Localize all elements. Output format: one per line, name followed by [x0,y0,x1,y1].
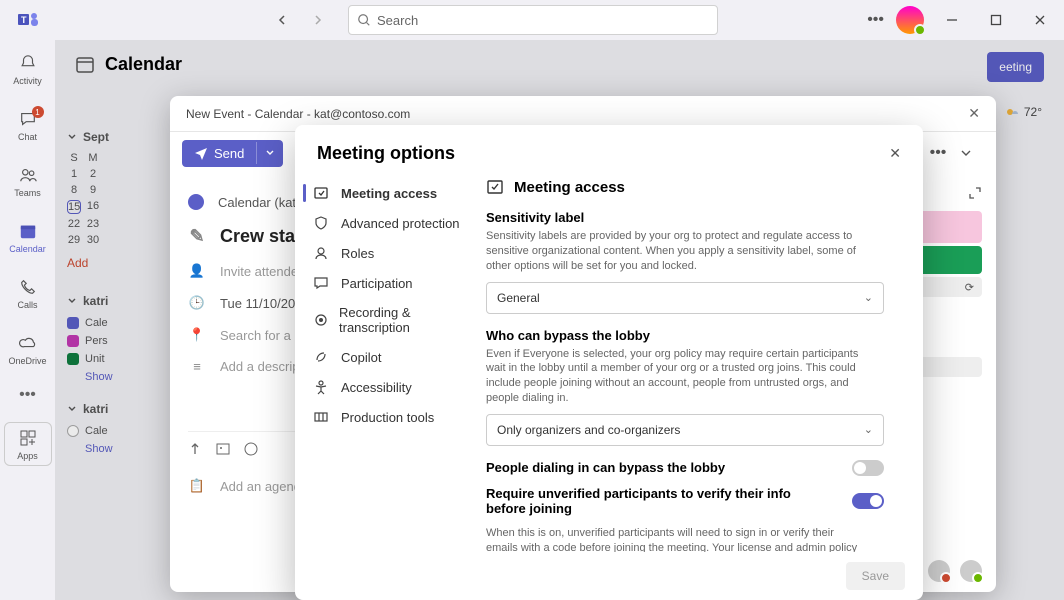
profile-avatar[interactable] [896,6,924,34]
nav-production[interactable]: Production tools [303,402,472,432]
calendar-icon [17,220,39,242]
app-rail: Activity 1 Chat Teams Calendar Calls One… [0,40,55,600]
nav-roles[interactable]: Roles [303,238,472,268]
verify-field-label: Require unverified participants to verif… [486,486,806,516]
chevron-down-icon: ⌄ [864,423,873,436]
send-chevron[interactable] [256,142,283,164]
access-icon [486,178,504,196]
panel-close-button[interactable]: ✕ [968,105,980,122]
chevron-down-icon: ⌄ [864,291,873,304]
bell-icon [17,52,39,74]
minimize-button[interactable] [936,6,968,34]
attach-button[interactable] [188,442,202,456]
bypass-dropdown[interactable]: Only organizers and co-organizers ⌄ [486,414,884,446]
rail-calendar[interactable]: Calendar [4,216,52,258]
description-input[interactable]: Add a descript [220,359,303,374]
rail-chat[interactable]: 1 Chat [4,104,52,146]
record-icon [313,312,329,328]
chat-badge: 1 [32,106,44,118]
attendees-input[interactable]: Invite attendee [220,264,305,279]
main-area: Calendar eeting 72° Sept SM 12 89 1516 2… [55,40,1064,600]
sensitivity-dropdown[interactable]: General ⌄ [486,282,884,314]
access-icon [313,185,331,201]
send-icon [194,146,208,160]
copilot-icon [313,349,331,365]
nav-advanced-protection[interactable]: Advanced protection [303,208,472,238]
shield-icon [313,215,331,231]
nav-accessibility[interactable]: Accessibility [303,372,472,402]
sensitivity-desc: Sensitivity labels are provided by your … [486,229,866,274]
agenda-icon: 📋 [188,478,206,494]
teams-logo: T [16,8,40,32]
maximize-button[interactable] [980,6,1012,34]
send-button[interactable]: Send [182,140,283,167]
expand-button[interactable] [968,186,982,200]
rail-activity[interactable]: Activity [4,48,52,90]
modal-content: Meeting access Sensitivity label Sensiti… [480,170,923,552]
svg-text:T: T [21,15,27,25]
search-input[interactable]: Search [348,5,718,35]
sensitivity-field-label: Sensitivity label [486,210,897,225]
cloud-icon [17,332,39,354]
edit-icon: ✎ [188,226,206,247]
description-icon: ≡ [188,359,206,374]
nav-meeting-access[interactable]: Meeting access [303,178,472,208]
modal-title: Meeting options [317,143,455,164]
chat-icon [313,275,331,291]
dialing-toggle[interactable] [852,460,884,476]
nav-copilot[interactable]: Copilot [303,342,472,372]
nav-back-button[interactable] [268,6,296,34]
bypass-desc: Even if Everyone is selected, your org p… [486,347,866,406]
people-icon: 👤 [188,263,206,279]
dialing-field-label: People dialing in can bypass the lobby [486,460,725,475]
section-heading: Meeting access [514,179,625,196]
rail-teams[interactable]: Teams [4,160,52,202]
nav-forward-button[interactable] [304,6,332,34]
verify-toggle[interactable] [852,493,884,509]
phone-icon [17,276,39,298]
toolbar-chevron[interactable] [960,147,984,159]
recurring-icon: ⟳ [965,281,974,294]
meeting-options-modal: Meeting options ✕ Meeting access Advance… [295,125,923,600]
nav-recording[interactable]: Recording & transcription [303,298,472,342]
panel-title: New Event - Calendar - kat@contoso.com [186,107,410,121]
accessibility-icon [313,379,331,395]
save-button[interactable]: Save [846,562,905,590]
location-input[interactable]: Search for a ro [220,328,306,343]
apps-icon [17,427,39,449]
emoji-button[interactable] [244,442,258,456]
rail-calls[interactable]: Calls [4,272,52,314]
clock-icon: 🕒 [188,295,206,311]
title-bar: T Search ••• [0,0,1064,40]
modal-close-button[interactable]: ✕ [889,145,901,162]
rail-more-button[interactable]: ••• [19,386,36,404]
avatar[interactable] [960,560,982,582]
verify-desc: When this is on, unverified participants… [486,526,866,552]
nav-participation[interactable]: Participation [303,268,472,298]
rail-apps[interactable]: Apps [4,422,52,466]
rail-onedrive[interactable]: OneDrive [4,328,52,370]
search-placeholder: Search [377,13,418,28]
avatar[interactable] [928,560,950,582]
search-icon [357,13,371,27]
image-button[interactable] [216,442,230,456]
people-icon [17,164,39,186]
date-input[interactable]: Tue 11/10/20 [220,296,295,311]
bypass-field-label: Who can bypass the lobby [486,328,897,343]
person-icon [313,245,331,261]
more-button[interactable]: ••• [867,11,884,29]
tools-icon [313,409,331,425]
location-icon: 📍 [188,327,206,343]
calendar-color-icon [188,194,204,210]
agenda-input[interactable]: Add an agend [220,479,301,494]
toolbar-more[interactable]: ••• [926,144,950,162]
modal-nav: Meeting access Advanced protection Roles… [295,170,480,552]
close-button[interactable] [1024,6,1056,34]
